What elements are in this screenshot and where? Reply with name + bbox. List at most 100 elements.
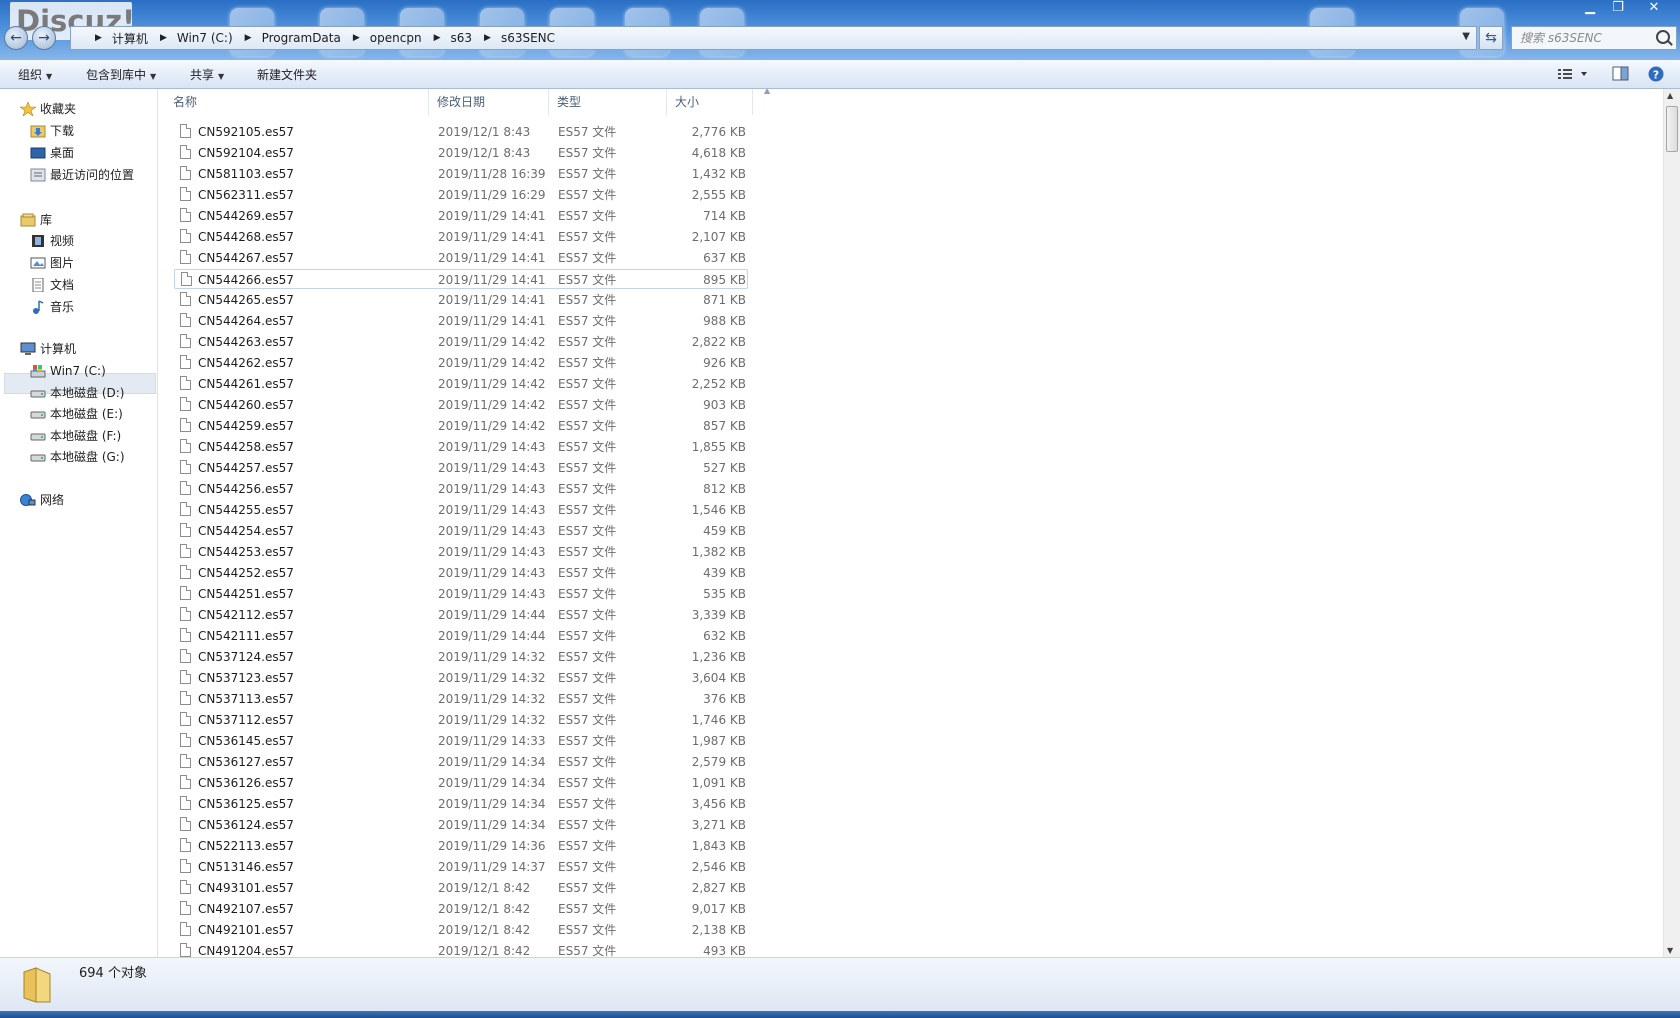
vertical-scrollbar[interactable]: ▲ ▼ bbox=[1663, 89, 1680, 957]
breadcrumb-s63senc[interactable]: s63SENC bbox=[495, 31, 563, 45]
file-icon bbox=[180, 544, 191, 558]
chevron-right-icon[interactable]: ▶ bbox=[241, 33, 256, 43]
breadcrumb-drive-c[interactable]: Win7 (C:) bbox=[171, 31, 241, 45]
file-date: 2019/11/29 14:43 bbox=[438, 440, 546, 454]
organize-button[interactable]: 组织 ▼ bbox=[18, 65, 52, 85]
documents-icon bbox=[32, 278, 44, 292]
nav-label: 文档 bbox=[50, 278, 75, 292]
minimize-button[interactable]: ▁ bbox=[1576, 0, 1604, 17]
breadcrumb-s63[interactable]: s63 bbox=[444, 31, 480, 45]
file-row[interactable]: CN522113.es57 2019/11/29 14:36 ES57 文件 1,84… bbox=[174, 836, 748, 856]
file-row[interactable]: CN581103.es57 2019/11/28 16:39 ES57 文件 1,43… bbox=[174, 164, 748, 184]
file-row[interactable]: CN562311.es57 2019/11/29 16:29 ES57 文件 2,55… bbox=[174, 185, 748, 205]
forward-button[interactable]: → bbox=[32, 26, 56, 50]
file-row[interactable]: CN544254.es57 2019/11/29 14:43 ES57 文件 459 … bbox=[174, 521, 748, 541]
hard-drive-icon bbox=[30, 390, 46, 398]
file-row[interactable]: CN544252.es57 2019/11/29 14:43 ES57 文件 439 … bbox=[174, 563, 748, 583]
column-header-name[interactable]: 名称 bbox=[165, 89, 429, 115]
file-type: ES57 文件 bbox=[558, 713, 617, 727]
chevron-right-icon[interactable]: ▶ bbox=[349, 33, 364, 43]
file-row[interactable]: CN542112.es57 2019/11/29 14:44 ES57 文件 3,33… bbox=[174, 605, 748, 625]
close-button[interactable]: ✕ bbox=[1640, 0, 1668, 17]
file-date: 2019/11/29 14:41 bbox=[438, 273, 546, 287]
help-button[interactable]: ? bbox=[1648, 66, 1666, 82]
title-bar: Discuz! ▁ ❐ ✕ ← → ▶ 计算机 ▶ Win7 (C:) ▶ Pr… bbox=[0, 0, 1680, 60]
breadcrumb-opencpn[interactable]: opencpn bbox=[364, 31, 430, 45]
restore-button[interactable]: ❐ bbox=[1604, 0, 1632, 17]
column-header-size[interactable]: 大小 bbox=[667, 89, 753, 115]
file-size: 376 KB bbox=[703, 692, 746, 706]
file-row[interactable]: CN513146.es57 2019/11/29 14:37 ES57 文件 2,54… bbox=[174, 857, 748, 877]
chevron-right-icon[interactable]: ▶ bbox=[480, 33, 495, 43]
file-type: ES57 文件 bbox=[558, 314, 617, 328]
file-row[interactable]: CN592104.es57 2019/12/1 8:43 ES57 文件 4,618 … bbox=[174, 143, 748, 163]
file-row[interactable]: CN492107.es57 2019/12/1 8:42 ES57 文件 9,017 … bbox=[174, 899, 748, 919]
file-type: ES57 文件 bbox=[558, 776, 617, 790]
refresh-button[interactable]: ⇆ bbox=[1479, 26, 1503, 50]
file-row[interactable]: CN544259.es57 2019/11/29 14:42 ES57 文件 857 … bbox=[174, 416, 748, 436]
file-row[interactable]: CN536125.es57 2019/11/29 14:34 ES57 文件 3,45… bbox=[174, 794, 748, 814]
chevron-down-icon[interactable]: ▼ bbox=[1462, 31, 1470, 42]
file-row[interactable]: CN537113.es57 2019/11/29 14:32 ES57 文件 376 … bbox=[174, 689, 748, 709]
file-row[interactable]: CN536126.es57 2019/11/29 14:34 ES57 文件 1,09… bbox=[174, 773, 748, 793]
scrollbar-thumb[interactable] bbox=[1666, 106, 1678, 152]
file-icon bbox=[180, 796, 191, 810]
file-row[interactable]: CN544265.es57 2019/11/29 14:41 ES57 文件 871 … bbox=[174, 290, 748, 310]
back-button[interactable]: ← bbox=[4, 26, 28, 50]
file-date: 2019/11/29 14:32 bbox=[438, 692, 546, 706]
file-row[interactable]: CN536127.es57 2019/11/29 14:34 ES57 文件 2,57… bbox=[174, 752, 748, 772]
file-row[interactable]: CN544266.es57 2019/11/29 14:41 ES57 文件 895 … bbox=[174, 269, 748, 289]
chevron-right-icon[interactable]: ▶ bbox=[156, 33, 171, 43]
file-size: 637 KB bbox=[703, 251, 746, 265]
file-row[interactable]: CN544267.es57 2019/11/29 14:41 ES57 文件 637 … bbox=[174, 248, 748, 268]
include-in-library-button[interactable]: 包含到库中 ▼ bbox=[86, 65, 156, 85]
file-row[interactable]: CN537112.es57 2019/11/29 14:32 ES57 文件 1,74… bbox=[174, 710, 748, 730]
nav-label: 本地磁盘 (D:) bbox=[50, 386, 125, 400]
new-folder-button[interactable]: 新建文件夹 bbox=[257, 65, 317, 85]
scroll-down-arrow-icon[interactable]: ▼ bbox=[1667, 946, 1673, 955]
file-row[interactable]: CN536145.es57 2019/11/29 14:33 ES57 文件 1,98… bbox=[174, 731, 748, 751]
file-size: 871 KB bbox=[703, 293, 746, 307]
chevron-right-icon[interactable]: ▶ bbox=[91, 33, 106, 43]
share-button[interactable]: 共享 ▼ bbox=[190, 65, 224, 85]
column-header-date[interactable]: 修改日期 bbox=[429, 89, 549, 115]
file-row[interactable]: CN544251.es57 2019/11/29 14:43 ES57 文件 535 … bbox=[174, 584, 748, 604]
file-row[interactable]: CN493101.es57 2019/12/1 8:42 ES57 文件 2,827 … bbox=[174, 878, 748, 898]
file-row[interactable]: CN544258.es57 2019/11/29 14:43 ES57 文件 1,85… bbox=[174, 437, 748, 457]
file-row[interactable]: CN536124.es57 2019/11/29 14:34 ES57 文件 3,27… bbox=[174, 815, 748, 835]
file-row[interactable]: CN537123.es57 2019/11/29 14:32 ES57 文件 3,60… bbox=[174, 668, 748, 688]
file-row[interactable]: CN544268.es57 2019/11/29 14:41 ES57 文件 2,10… bbox=[174, 227, 748, 247]
search-input[interactable]: 搜索 s63SENC bbox=[1511, 26, 1677, 50]
file-row[interactable]: CN544269.es57 2019/11/29 14:41 ES57 文件 714 … bbox=[174, 206, 748, 226]
file-name: CN544262.es57 bbox=[198, 356, 294, 370]
file-row[interactable]: CN542111.es57 2019/11/29 14:44 ES57 文件 632 … bbox=[174, 626, 748, 646]
file-icon bbox=[180, 313, 191, 327]
preview-pane-button[interactable] bbox=[1612, 66, 1630, 82]
chevron-right-icon[interactable]: ▶ bbox=[430, 33, 445, 43]
file-row[interactable]: CN544257.es57 2019/11/29 14:43 ES57 文件 527 … bbox=[174, 458, 748, 478]
file-row[interactable]: CN544262.es57 2019/11/29 14:42 ES57 文件 926 … bbox=[174, 353, 748, 373]
file-row[interactable]: CN544260.es57 2019/11/29 14:42 ES57 文件 903 … bbox=[174, 395, 748, 415]
file-icon bbox=[180, 712, 191, 726]
file-type: ES57 文件 bbox=[558, 167, 617, 181]
file-row[interactable]: CN544253.es57 2019/11/29 14:43 ES57 文件 1,38… bbox=[174, 542, 748, 562]
file-row[interactable]: CN491204.es57 2019/12/1 8:42 ES57 文件 493 KB bbox=[174, 941, 748, 957]
file-row[interactable]: CN592105.es57 2019/12/1 8:43 ES57 文件 2,776 … bbox=[174, 122, 748, 142]
file-row[interactable]: CN492101.es57 2019/12/1 8:42 ES57 文件 2,138 … bbox=[174, 920, 748, 940]
file-row[interactable]: CN544264.es57 2019/11/29 14:41 ES57 文件 988 … bbox=[174, 311, 748, 331]
nav-label: 图片 bbox=[50, 256, 75, 270]
address-bar[interactable]: ▶ 计算机 ▶ Win7 (C:) ▶ ProgramData ▶ opencp… bbox=[70, 26, 1477, 50]
file-row[interactable]: CN544255.es57 2019/11/29 14:43 ES57 文件 1,54… bbox=[174, 500, 748, 520]
file-name: CN544261.es57 bbox=[198, 377, 294, 391]
file-size: 812 KB bbox=[703, 482, 746, 496]
file-row[interactable]: CN544263.es57 2019/11/29 14:42 ES57 文件 2,82… bbox=[174, 332, 748, 352]
change-view-button[interactable] bbox=[1557, 66, 1587, 82]
search-icon[interactable] bbox=[1656, 30, 1670, 44]
breadcrumb-programdata[interactable]: ProgramData bbox=[256, 31, 349, 45]
file-row[interactable]: CN544256.es57 2019/11/29 14:43 ES57 文件 812 … bbox=[174, 479, 748, 499]
file-row[interactable]: CN537124.es57 2019/11/29 14:32 ES57 文件 1,23… bbox=[174, 647, 748, 667]
breadcrumb-computer[interactable]: 计算机 bbox=[106, 30, 156, 47]
scroll-up-arrow-icon[interactable]: ▲ bbox=[1667, 91, 1673, 100]
file-row[interactable]: CN544261.es57 2019/11/29 14:42 ES57 文件 2,25… bbox=[174, 374, 748, 394]
column-header-type[interactable]: 类型 bbox=[549, 89, 667, 115]
